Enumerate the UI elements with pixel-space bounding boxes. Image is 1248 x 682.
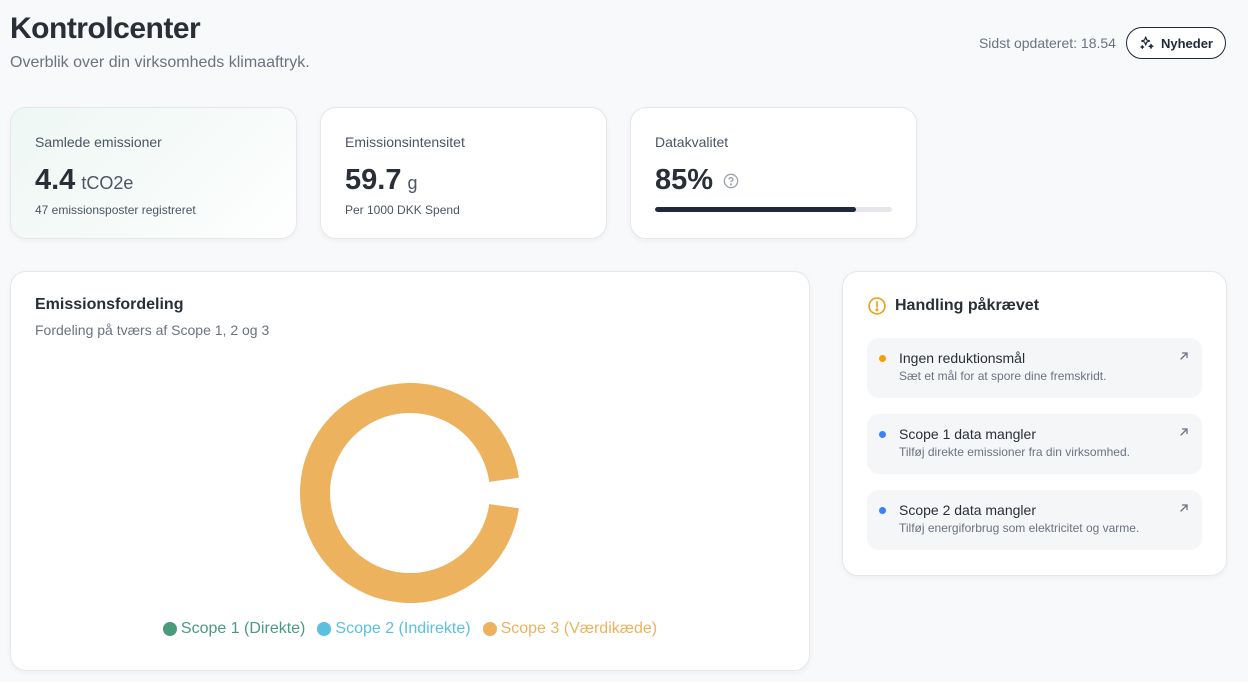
kpi-label: Datakvalitet <box>655 134 729 150</box>
status-dot <box>879 431 886 438</box>
kpi-data-quality: Datakvalitet 85% <box>630 107 917 239</box>
arrow-up-right-icon[interactable] <box>1178 502 1190 514</box>
sparkles-icon <box>1140 36 1154 49</box>
data-quality-progress <box>655 207 892 212</box>
news-button-label: Nyheder <box>1160 35 1213 51</box>
status-dot <box>879 355 886 362</box>
emission-distribution-card: Emissionsfordeling Fordeling på tværs af… <box>10 271 810 671</box>
action-description: Sæt et mål for at spore dine fremskridt. <box>899 369 1107 383</box>
action-title: Scope 1 data mangler <box>899 426 1036 442</box>
legend-label: Scope 1 (Direkte) <box>180 620 306 637</box>
page-header: Kontrolcenter Overblik over din virksomh… <box>10 12 310 72</box>
donut-slice-scope-3[interactable] <box>300 383 519 603</box>
data-quality-progress-fill <box>655 207 857 212</box>
kpi-total-emissions: Samlede emissioner 4.4 tCO2e 47 emission… <box>10 107 297 239</box>
legend-swatch <box>482 622 497 636</box>
donut-chart <box>300 383 519 603</box>
kpi-subtext: 47 emissionsposter registreret <box>35 203 196 217</box>
action-title: Scope 2 data mangler <box>899 502 1036 518</box>
legend-item[interactable]: Scope 2 (Indirekte) <box>317 620 471 638</box>
kpi-label: Emissionsintensitet <box>345 134 465 150</box>
kpi-subtext: Per 1000 DKK Spend <box>345 203 460 217</box>
action-required-card: Handling påkrævet Ingen reduktionsmål Sæt… <box>842 271 1227 576</box>
arrow-up-right-icon[interactable] <box>1178 350 1190 362</box>
kpi-unit: tCO2e <box>81 173 134 193</box>
legend-swatch <box>162 622 177 636</box>
legend-item[interactable]: Scope 1 (Direkte) <box>162 620 306 638</box>
action-description: Tilføj energiforbrug som elektricitet og… <box>899 521 1140 535</box>
action-title: Ingen reduktionsmål <box>899 350 1026 366</box>
header-actions: Sidst opdateret: 18.54 Nyheder <box>979 27 1226 59</box>
legend-swatch <box>317 622 332 636</box>
legend-label: Scope 3 (Værdikæde) <box>500 620 658 637</box>
action-description: Tilføj direkte emissioner fra din virkso… <box>899 445 1130 459</box>
legend-item[interactable]: Scope 3 (Værdikæde) <box>482 620 658 638</box>
help-circle-icon[interactable] <box>723 173 739 189</box>
kpi-value: 59.7 <box>345 164 402 196</box>
status-dot <box>879 507 886 514</box>
action-item[interactable]: Scope 1 data mangler Tilføj direkte emiss… <box>867 414 1202 474</box>
alert-circle-icon <box>868 297 886 315</box>
kpi-value: 4.4 <box>35 164 76 196</box>
action-item[interactable]: Ingen reduktionsmål Sæt et mål for at spo… <box>867 338 1202 398</box>
kpi-unit: g <box>407 173 418 193</box>
arrow-up-right-icon[interactable] <box>1178 426 1190 438</box>
kpi-emission-intensity: Emissionsintensitet 59.7 g Per 1000 DKK … <box>320 107 607 239</box>
last-updated-text: Sidst opdateret: 18.54 <box>978 35 1116 51</box>
news-button[interactable]: Nyheder <box>1125 27 1226 59</box>
chart-legend: Scope 1 (Direkte) Scope 2 (Indirekte) Scop… <box>11 620 809 638</box>
actions-title: Handling påkrævet <box>895 297 1040 314</box>
distribution-subtitle: Fordeling på tværs af Scope 1, 2 og 3 <box>35 322 270 338</box>
legend-label: Scope 2 (Indirekte) <box>335 620 471 637</box>
kpi-label: Samlede emissioner <box>35 134 162 150</box>
distribution-title: Emissionsfordeling <box>35 296 184 313</box>
kpi-value: 85% <box>655 164 714 196</box>
page-subtitle: Overblik over din virksomheds klimaaftry… <box>10 54 310 71</box>
page-title: Kontrolcenter <box>10 12 201 45</box>
action-item[interactable]: Scope 2 data mangler Tilføj energiforbrug… <box>867 490 1202 550</box>
